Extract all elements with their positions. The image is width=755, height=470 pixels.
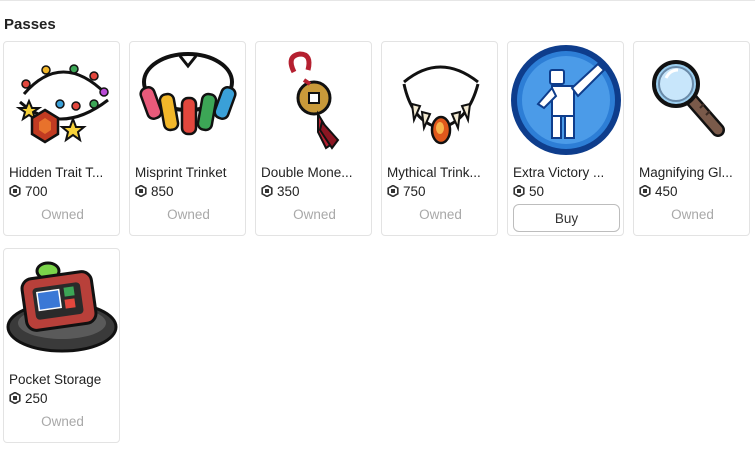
robux-icon [513, 185, 525, 197]
owned-label: Owned [419, 207, 462, 222]
victory-pose-icon [508, 42, 625, 159]
pass-name: Double Mone... [261, 165, 353, 180]
robux-icon [9, 185, 21, 197]
buy-button[interactable]: Buy [513, 204, 620, 232]
pass-name: Extra Victory ... [513, 165, 605, 180]
coin-charm-icon [256, 42, 373, 159]
pass-card-misprint-trinket[interactable]: Misprint Trinket 850 Owned [129, 41, 246, 236]
robux-icon [261, 185, 273, 197]
pass-price: 450 [639, 183, 678, 199]
price-value: 850 [151, 183, 174, 199]
pass-card-extra-victory[interactable]: Extra Victory ... 50 Buy [507, 41, 624, 236]
price-value: 50 [529, 183, 545, 199]
pass-price: 50 [513, 183, 544, 199]
pass-price: 250 [9, 390, 48, 406]
owned-label: Owned [41, 207, 84, 222]
pass-card-pocket-storage[interactable]: Pocket Storage 250 Owned [3, 248, 120, 443]
price-value: 350 [277, 183, 300, 199]
owned-label: Owned [41, 414, 84, 429]
pass-price: 850 [135, 183, 174, 199]
pass-card-mythical-trinket[interactable]: Mythical Trink... 750 Owned [381, 41, 498, 236]
pass-name: Hidden Trait T... [9, 165, 104, 180]
pass-card-magnifying-glass[interactable]: Magnifying Gl... 450 Owned [633, 41, 750, 236]
charm-bracelet-icon [4, 42, 121, 159]
owned-label: Owned [167, 207, 210, 222]
top-divider [0, 0, 755, 1]
pass-price: 350 [261, 183, 300, 199]
magnifying-glass-icon [634, 42, 751, 159]
price-value: 250 [25, 390, 48, 406]
fang-necklace-icon [382, 42, 499, 159]
owned-label: Owned [671, 207, 714, 222]
owned-label: Owned [293, 207, 336, 222]
robux-icon [135, 185, 147, 197]
robux-icon [387, 185, 399, 197]
pass-card-double-money[interactable]: Double Mone... 350 Owned [255, 41, 372, 236]
pass-name: Misprint Trinket [135, 165, 227, 180]
passes-grid: Hidden Trait T... 700 Owned Misprint Tri… [3, 41, 753, 451]
section-title: Passes [4, 16, 56, 33]
pass-name: Mythical Trink... [387, 165, 481, 180]
pass-price: 700 [9, 183, 48, 199]
robux-icon [9, 392, 21, 404]
price-value: 700 [25, 183, 48, 199]
pass-name: Magnifying Gl... [639, 165, 733, 180]
price-value: 450 [655, 183, 678, 199]
price-value: 750 [403, 183, 426, 199]
vial-necklace-icon [130, 42, 247, 159]
storage-device-icon [4, 249, 121, 366]
pass-price: 750 [387, 183, 426, 199]
pass-card-hidden-trait[interactable]: Hidden Trait T... 700 Owned [3, 41, 120, 236]
robux-icon [639, 185, 651, 197]
pass-name: Pocket Storage [9, 372, 102, 387]
